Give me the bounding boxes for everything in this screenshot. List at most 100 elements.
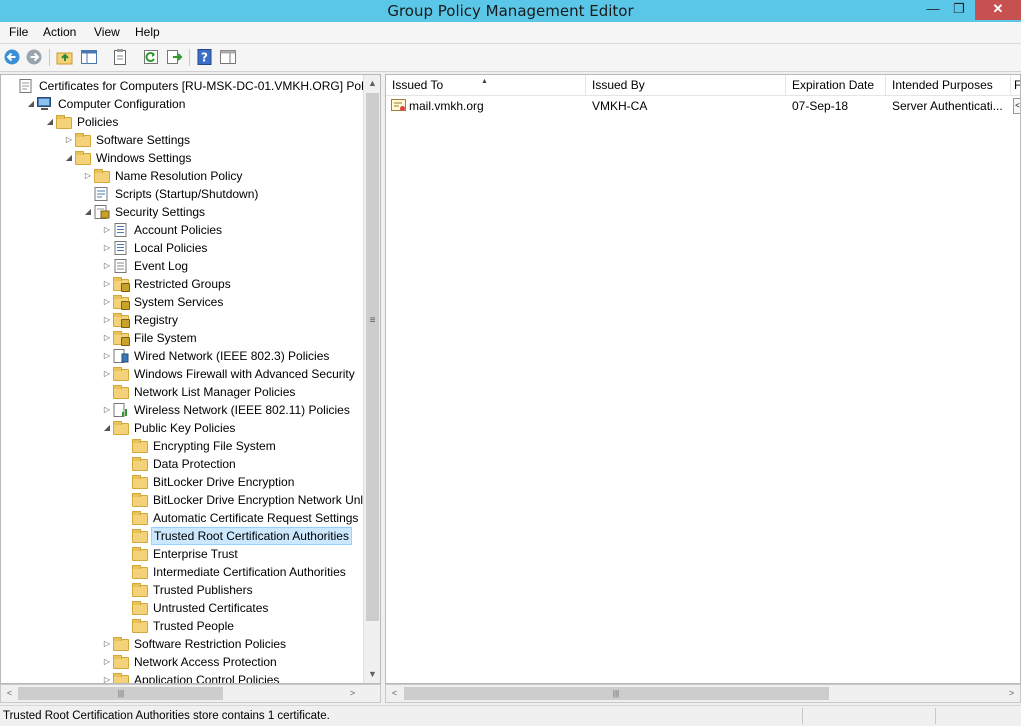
tree-node-label: Wired Network (IEEE 802.3) Policies bbox=[134, 349, 330, 363]
scroll-thumb[interactable] bbox=[366, 93, 379, 621]
tree-node[interactable]: ▷ Windows Firewall with Advanced Security bbox=[1, 365, 363, 383]
column-header-issued-by[interactable]: Issued By bbox=[586, 75, 786, 96]
expand-arrow-icon[interactable]: ▷ bbox=[102, 293, 112, 311]
tree-node[interactable]: ▷ Account Policies bbox=[1, 221, 363, 239]
tree-node[interactable]: ▷ System Services bbox=[1, 293, 363, 311]
expand-arrow-icon[interactable]: ▷ bbox=[102, 311, 112, 329]
scroll-right-arrow[interactable]: > bbox=[344, 685, 361, 702]
tree-node-label: Public Key Policies bbox=[134, 421, 236, 435]
expand-arrow-icon[interactable]: ▷ bbox=[102, 221, 112, 239]
minimize-button[interactable]: — bbox=[920, 0, 946, 20]
toolbar: ? bbox=[0, 44, 1021, 72]
tree-node[interactable]: Certificates for Computers [RU-MSK-DC-01… bbox=[1, 77, 363, 95]
tree-node[interactable]: Enterprise Trust bbox=[1, 545, 363, 563]
help-icon[interactable]: ? bbox=[196, 48, 214, 66]
scroll-left-arrow[interactable]: < bbox=[1, 685, 18, 702]
tree-node[interactable]: ▷ Local Policies bbox=[1, 239, 363, 257]
tree-node[interactable]: ▷ Name Resolution Policy bbox=[1, 167, 363, 185]
show-hide-action-pane-icon[interactable] bbox=[219, 48, 237, 66]
tree-node[interactable]: Trusted Root Certification Authorities bbox=[1, 527, 363, 545]
column-header-intended-purposes[interactable]: Intended Purposes bbox=[886, 75, 1011, 96]
toolbar-separator bbox=[49, 49, 50, 66]
expand-arrow-icon[interactable]: ▷ bbox=[102, 239, 112, 257]
collapse-arrow-icon[interactable]: ◢ bbox=[26, 95, 36, 113]
refresh-icon[interactable] bbox=[142, 48, 160, 66]
expand-arrow-icon[interactable]: ▷ bbox=[64, 131, 74, 149]
results-horizontal-scrollbar[interactable]: < ||| > bbox=[385, 684, 1021, 703]
expand-arrow-icon[interactable]: ▷ bbox=[102, 347, 112, 365]
tree-node-label: Data Protection bbox=[153, 457, 236, 471]
locked-folder-icon bbox=[113, 295, 130, 310]
tree-node[interactable]: ◢ Windows Settings bbox=[1, 149, 363, 167]
properties-icon[interactable] bbox=[111, 48, 129, 66]
tree-node[interactable]: Trusted Publishers bbox=[1, 581, 363, 599]
folder-icon bbox=[132, 493, 148, 507]
tree-horizontal-scrollbar[interactable]: < ||| > bbox=[0, 684, 381, 703]
tree-node[interactable]: Network List Manager Policies bbox=[1, 383, 363, 401]
tree-node[interactable]: ▷ Restricted Groups bbox=[1, 275, 363, 293]
tree-node[interactable]: ▷ Wired Network (IEEE 802.3) Policies bbox=[1, 347, 363, 365]
tree-node[interactable]: Data Protection bbox=[1, 455, 363, 473]
menu-file[interactable]: File bbox=[9, 25, 28, 39]
event-log-icon bbox=[113, 259, 129, 273]
collapse-arrow-icon[interactable]: ◢ bbox=[102, 419, 112, 437]
tree-node[interactable]: Intermediate Certification Authorities bbox=[1, 563, 363, 581]
tree-node[interactable]: ▷ Application Control Policies bbox=[1, 671, 363, 683]
tree-node[interactable]: BitLocker Drive Encryption Network Unloc… bbox=[1, 491, 363, 509]
expand-arrow-icon[interactable]: ▷ bbox=[102, 329, 112, 347]
expand-arrow-icon[interactable]: ▷ bbox=[102, 275, 112, 293]
column-header-expiration-date[interactable]: Expiration Date bbox=[786, 75, 886, 96]
menu-view[interactable]: View bbox=[94, 25, 120, 39]
forward-icon[interactable] bbox=[25, 48, 43, 66]
tree-node[interactable]: ▷ Software Restriction Policies bbox=[1, 635, 363, 653]
tree-node[interactable]: ▷ Network Access Protection bbox=[1, 653, 363, 671]
menu-help[interactable]: Help bbox=[135, 25, 160, 39]
tree-node[interactable]: ◢ Public Key Policies bbox=[1, 419, 363, 437]
tree-node[interactable]: ▷ Software Settings bbox=[1, 131, 363, 149]
scroll-down-arrow[interactable]: ▼ bbox=[364, 666, 380, 683]
tree-node[interactable]: Encrypting File System bbox=[1, 437, 363, 455]
up-folder-icon[interactable] bbox=[56, 48, 74, 66]
tree-node[interactable]: ◢ Security Settings bbox=[1, 203, 363, 221]
tree-node[interactable]: ◢ Policies bbox=[1, 113, 363, 131]
tree-vertical-scrollbar[interactable]: ▲ ≡ ▼ bbox=[363, 75, 380, 683]
collapse-arrow-icon[interactable]: ◢ bbox=[83, 203, 93, 221]
collapse-arrow-icon[interactable]: ◢ bbox=[64, 149, 74, 167]
tree-node[interactable]: ▷ Wireless Network (IEEE 802.11) Policies bbox=[1, 401, 363, 419]
restore-button[interactable]: ❐ bbox=[946, 0, 972, 20]
tree-node-label: Trusted Root Certification Authorities bbox=[151, 527, 352, 545]
expand-arrow-icon[interactable]: ▷ bbox=[102, 635, 112, 653]
menu-action[interactable]: Action bbox=[43, 25, 76, 39]
expand-arrow-icon[interactable]: ▷ bbox=[102, 671, 112, 683]
show-hide-tree-icon[interactable] bbox=[80, 48, 98, 66]
expand-arrow-icon[interactable]: ▷ bbox=[102, 257, 112, 275]
collapse-arrow-icon[interactable]: ◢ bbox=[45, 113, 55, 131]
status-bar: Trusted Root Certification Authorities s… bbox=[0, 705, 1021, 726]
svg-text:?: ? bbox=[201, 51, 208, 65]
back-icon[interactable] bbox=[3, 48, 21, 66]
tree-node[interactable]: ▷ File System bbox=[1, 329, 363, 347]
tree-node[interactable]: Automatic Certificate Request Settings bbox=[1, 509, 363, 527]
scroll-left-arrow[interactable]: < bbox=[386, 685, 403, 702]
column-header-friendly-name[interactable]: F bbox=[1011, 75, 1020, 96]
tree-node-label: Policies bbox=[77, 115, 119, 129]
tree-node[interactable]: ▷ Event Log bbox=[1, 257, 363, 275]
scroll-right-arrow[interactable]: > bbox=[1003, 685, 1020, 702]
expand-arrow-icon[interactable]: ▷ bbox=[83, 167, 93, 185]
tree-node[interactable]: BitLocker Drive Encryption bbox=[1, 473, 363, 491]
close-button[interactable]: ✕ bbox=[975, 0, 1021, 20]
tree-node[interactable]: ◢ Computer Configuration bbox=[1, 95, 363, 113]
export-list-icon[interactable] bbox=[165, 48, 183, 66]
tree-node[interactable]: Trusted People bbox=[1, 617, 363, 635]
tree-node[interactable]: ▷ Registry bbox=[1, 311, 363, 329]
tree-node[interactable]: Untrusted Certificates bbox=[1, 599, 363, 617]
tree-node[interactable]: Scripts (Startup/Shutdown) bbox=[1, 185, 363, 203]
scroll-up-arrow[interactable]: ▲ bbox=[364, 75, 380, 92]
expand-arrow-icon[interactable]: ▷ bbox=[102, 365, 112, 383]
folder-icon bbox=[75, 133, 91, 147]
expand-arrow-icon[interactable]: ▷ bbox=[102, 401, 112, 419]
folder-icon bbox=[132, 601, 148, 615]
scroll-grip-icon: ||| bbox=[612, 689, 620, 698]
expand-arrow-icon[interactable]: ▷ bbox=[102, 653, 112, 671]
policy-list-icon bbox=[113, 241, 129, 255]
